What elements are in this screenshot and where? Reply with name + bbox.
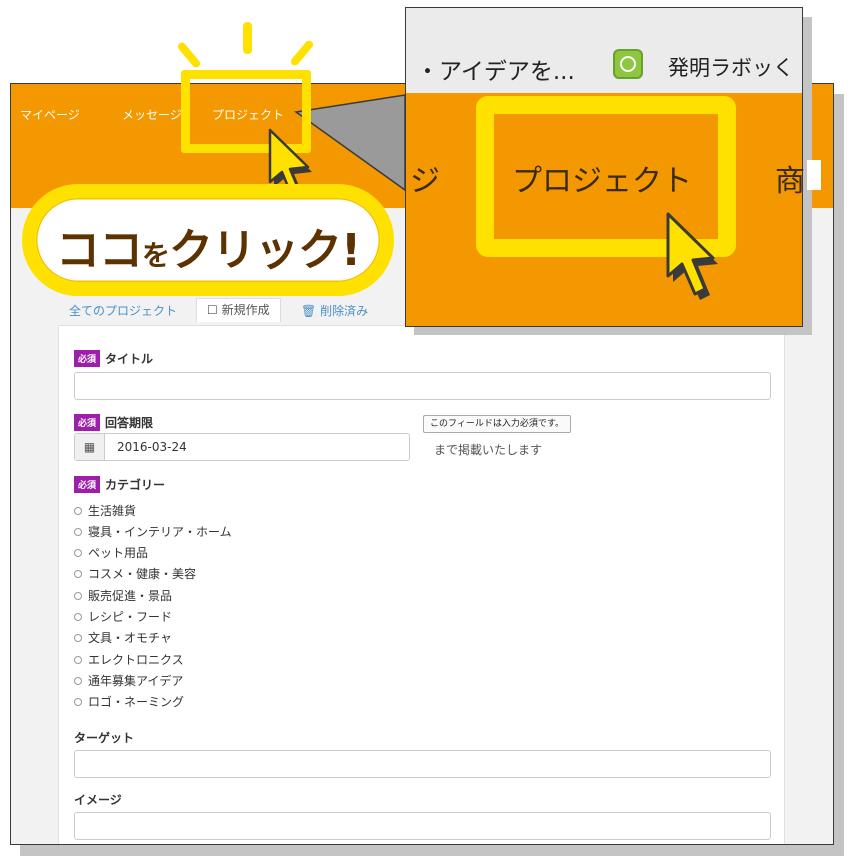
category-option[interactable]: ペット用品 — [74, 544, 148, 562]
category-option[interactable]: ロゴ・ネーミング — [74, 693, 184, 711]
nav-message[interactable]: メッセージ — [122, 106, 182, 123]
nav-mypage[interactable]: マイページ — [20, 106, 80, 123]
project-form: 必須 タイトル 必須 回答期限 ▦ 2016-03-24 このフィールドは入力必須で… — [58, 325, 785, 844]
zoom-nav-right: 商 — [775, 164, 805, 199]
required-badge: 必須 — [74, 476, 101, 493]
zoom-nav-left: ジ — [410, 164, 440, 199]
radio-button[interactable] — [74, 528, 82, 536]
required-badge: 必須 — [74, 414, 101, 431]
deadline-value: 2016-03-24 — [117, 440, 187, 454]
category-option[interactable]: 寝具・インテリア・ホーム — [74, 523, 232, 541]
highlight-ray — [243, 22, 252, 54]
click-here-callout: ココをクリック! — [22, 184, 394, 296]
radio-button[interactable] — [74, 507, 82, 515]
target-label: ターゲット — [74, 731, 135, 745]
title-label: 必須 タイトル — [74, 350, 153, 367]
highlight-ray — [176, 40, 202, 70]
deadline-suffix-text: まで掲載いたします — [434, 443, 543, 457]
trash-icon: 🗑 — [301, 304, 321, 318]
target-input[interactable] — [74, 750, 771, 778]
app-icon[interactable] — [613, 49, 643, 79]
app-icon-glyph — [620, 56, 636, 72]
category-option[interactable]: 文具・オモチャ — [74, 629, 172, 647]
category-option[interactable]: エレクトロニクス — [74, 651, 184, 669]
image-input[interactable] — [74, 812, 771, 840]
zoom-browser-tabbar: ・アイデアを... 発明ラボッく — [406, 8, 802, 93]
radio-button[interactable] — [74, 634, 82, 642]
callout-text: ココをクリック! — [55, 225, 361, 276]
radio-button[interactable] — [74, 570, 82, 578]
radio-button[interactable] — [74, 592, 82, 600]
category-option[interactable]: 生活雑貨 — [74, 502, 136, 520]
radio-button[interactable] — [74, 613, 82, 621]
category-option[interactable]: コスメ・健康・美容 — [74, 565, 196, 583]
required-badge: 必須 — [74, 350, 101, 367]
zoom-nav-right-box — [807, 160, 821, 190]
tab-deleted[interactable]: 🗑 削除済み — [301, 302, 368, 319]
category-label: 必須 カテゴリー — [74, 476, 165, 493]
title-input[interactable] — [74, 372, 771, 400]
tab-all-projects[interactable]: 全てのプロジェクト — [69, 302, 177, 319]
zoom-browser-tab[interactable]: ・アイデアを... — [416, 52, 575, 86]
deadline-label: 必須 回答期限 — [74, 414, 153, 431]
category-option[interactable]: 通年募集アイデア — [74, 672, 183, 690]
zoom-app-name[interactable]: 発明ラボッく — [668, 52, 794, 82]
calendar-icon[interactable]: ▦ — [75, 434, 105, 460]
tab-new-project[interactable]: ☐ 新規作成 — [196, 298, 281, 322]
zoom-nav-project[interactable]: プロジェクト — [512, 156, 692, 200]
radio-button[interactable] — [74, 656, 82, 664]
radio-button[interactable] — [74, 698, 82, 706]
new-icon: ☐ — [207, 303, 222, 317]
image-label: イメージ — [74, 793, 122, 807]
category-option[interactable]: レシピ・フード — [74, 608, 172, 626]
category-option[interactable]: 販売促進・景品 — [74, 587, 172, 605]
radio-button[interactable] — [74, 677, 82, 685]
required-tooltip: このフィールドは入力必須です。 — [423, 415, 571, 433]
highlight-ray — [289, 38, 315, 68]
zoom-cursor-icon — [666, 212, 718, 300]
radio-button[interactable] — [74, 549, 82, 557]
deadline-input[interactable]: ▦ 2016-03-24 — [74, 433, 410, 461]
